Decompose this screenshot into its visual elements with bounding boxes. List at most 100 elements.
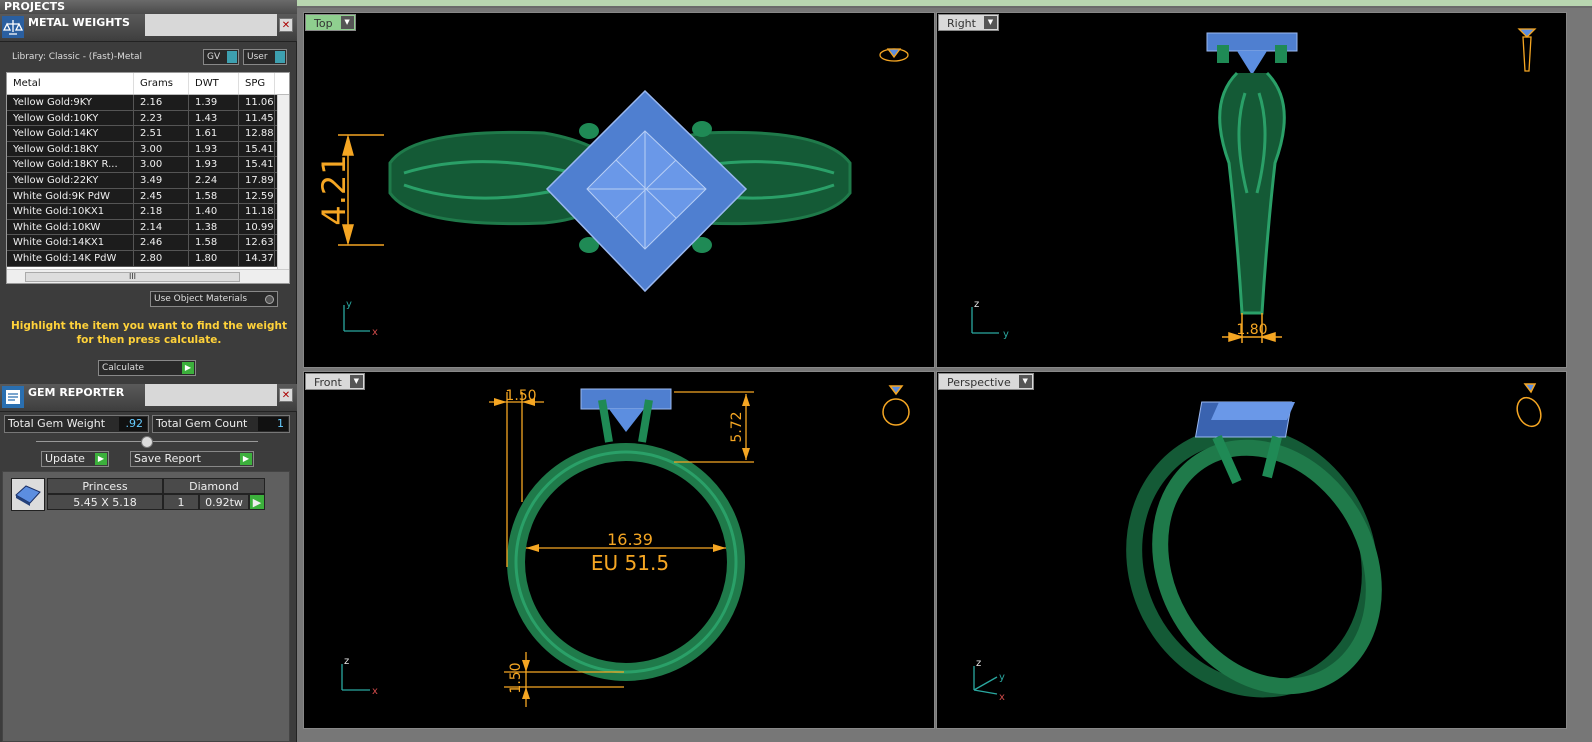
table-cell: 3.49 (134, 172, 189, 188)
gem-reporter-title: GEM REPORTER (28, 386, 125, 399)
vertical-scrollbar[interactable] (277, 95, 289, 271)
table-cell: 15.41 (239, 141, 275, 157)
gem-type: Diamond (163, 478, 265, 494)
horizontal-scrollbar[interactable]: III (7, 269, 289, 283)
metal-weights-table[interactable]: Metal Grams DWT SPG Yellow Gold:9KY 2.16 1… (6, 72, 290, 284)
close-icon[interactable]: ✕ (279, 18, 293, 32)
viewport-label: Perspective (947, 376, 1011, 389)
panel-tab-area (145, 14, 277, 36)
ring-top-icon (879, 48, 909, 62)
ring-perspective-icon (1516, 383, 1542, 428)
viewport-menu-top[interactable]: Top ▼ (305, 14, 356, 31)
close-icon[interactable]: ✕ (279, 388, 293, 402)
table-cell: 1.39 (189, 95, 239, 110)
play-icon: ▶ (95, 453, 107, 465)
table-row[interactable]: White Gold:14K PdW 2.80 1.80 14.37 (7, 250, 289, 267)
save-report-button[interactable]: Save Report ▶ (130, 451, 254, 467)
top-toolbar-strip (297, 0, 1592, 8)
table-cell: 2.18 (134, 204, 189, 219)
perspective-view-drawing: z y x (973, 383, 1542, 703)
table-row[interactable]: Yellow Gold:22KY 3.49 2.24 17.89 (7, 172, 289, 189)
table-row[interactable]: White Gold:9K PdW 2.45 1.58 12.59 (7, 188, 289, 205)
column-header-grams[interactable]: Grams (134, 73, 189, 94)
chevron-down-icon: ▼ (340, 16, 354, 29)
viewport-menu-front[interactable]: Front ▼ (305, 373, 365, 390)
panel-tab-area (145, 384, 277, 406)
slider-handle[interactable] (141, 436, 153, 448)
viewport-menu-perspective[interactable]: Perspective ▼ (938, 373, 1034, 390)
column-header-dwt[interactable]: DWT (189, 73, 239, 94)
library-label: Library: Classic - (Fast)-Metal (12, 52, 143, 62)
gem-size: 5.45 X 5.18 (47, 494, 163, 510)
svg-text:y: y (1003, 329, 1009, 340)
table-cell: 2.80 (134, 250, 189, 266)
svg-text:z: z (344, 656, 349, 667)
total-gem-count: Total Gem Count 1 (152, 415, 290, 433)
viewport-area: 4.21 y x Top ▼ 1.80 z y Right ▼ 1.50 5.7… (297, 0, 1592, 742)
table-cell: White Gold:10KX1 (7, 204, 134, 219)
front-dim-right: 5.72 (729, 411, 745, 442)
table-row[interactable]: White Gold:10KW 2.14 1.38 10.99 (7, 219, 289, 236)
svg-text:z: z (976, 658, 981, 669)
table-cell: 1.61 (189, 126, 239, 141)
table-cell: 2.24 (189, 172, 239, 188)
scroll-thumb[interactable]: III (25, 272, 240, 282)
table-cell: 2.51 (134, 126, 189, 141)
table-row[interactable]: White Gold:14KX1 2.46 1.58 12.63 (7, 235, 289, 251)
table-cell: 2.46 (134, 235, 189, 250)
ring-front-icon (882, 385, 910, 426)
use-object-materials-toggle[interactable]: Use Object Materials (150, 291, 278, 307)
viewport-perspective[interactable]: z y x Perspective ▼ (936, 371, 1567, 729)
gv-toggle[interactable]: GV (203, 49, 239, 65)
user-toggle[interactable]: User (243, 49, 287, 65)
viewport-label: Top (314, 17, 333, 30)
table-cell: Yellow Gold:10KY (7, 110, 134, 126)
play-icon[interactable]: ▶ (249, 494, 265, 510)
table-cell: 14.37 (239, 250, 275, 266)
princess-diamond-icon (11, 478, 45, 511)
list-item[interactable]: Princess Diamond 5.45 X 5.18 1 0.92tw ▶ (11, 478, 267, 511)
gem-weight: 0.92tw (199, 494, 249, 510)
metal-weights-header: METAL WEIGHTS ✕ (0, 14, 297, 42)
table-row[interactable]: Yellow Gold:9KY 2.16 1.39 11.06 (7, 95, 289, 111)
chevron-down-icon: ▼ (983, 16, 997, 29)
viewport-front[interactable]: 1.50 5.72 16.39 EU 51.5 1.50 z x Front ▼ (303, 371, 935, 729)
viewport-menu-right[interactable]: Right ▼ (938, 14, 999, 31)
top-view-drawing: 4.21 y x (315, 48, 909, 338)
table-row[interactable]: Yellow Gold:18KY R... 3.00 1.93 15.41 (7, 157, 289, 173)
table-header: Metal Grams DWT SPG (7, 73, 289, 95)
instruction-text: Highlight the item you want to find the … (11, 320, 287, 346)
viewport-top[interactable]: 4.21 y x Top ▼ (303, 12, 935, 368)
table-cell: 11.45 (239, 110, 275, 126)
table-cell: 2.14 (134, 219, 189, 235)
calculate-label: Calculate (102, 363, 145, 373)
user-label: User (247, 52, 268, 62)
table-cell: 1.93 (189, 141, 239, 157)
table-cell: 12.88 (239, 126, 275, 141)
gem-reporter-header: GEM REPORTER ✕ (0, 384, 297, 412)
top-dimension-label: 4.21 (315, 154, 353, 225)
table-cell: 1.43 (189, 110, 239, 126)
table-cell: 1.58 (189, 235, 239, 250)
table-cell: 2.16 (134, 95, 189, 110)
calculate-button[interactable]: Calculate ▶ (98, 360, 196, 376)
table-cell: 3.00 (134, 157, 189, 172)
save-report-label: Save Report (134, 452, 201, 465)
play-icon: ▶ (182, 362, 194, 374)
table-row[interactable]: Yellow Gold:10KY 2.23 1.43 11.45 (7, 110, 289, 127)
right-dimension-label: 1.80 (1236, 322, 1267, 338)
radio-icon (265, 295, 274, 304)
table-row[interactable]: White Gold:10KX1 2.18 1.40 11.18 (7, 204, 289, 220)
svg-text:x: x (372, 686, 378, 697)
table-row[interactable]: Yellow Gold:18KY 3.00 1.93 15.41 (7, 141, 289, 158)
report-icon (2, 386, 24, 408)
viewport-right[interactable]: 1.80 z y Right ▼ (936, 12, 1567, 368)
update-button[interactable]: Update ▶ (41, 451, 109, 467)
column-header-metal[interactable]: Metal (7, 73, 134, 94)
front-view-drawing: 1.50 5.72 16.39 EU 51.5 1.50 z x (341, 385, 910, 707)
column-header-spg[interactable]: SPG (239, 73, 275, 94)
table-cell: White Gold:9K PdW (7, 188, 134, 204)
table-row[interactable]: Yellow Gold:14KY 2.51 1.61 12.88 (7, 126, 289, 142)
table-cell: Yellow Gold:22KY (7, 172, 134, 188)
metal-weights-title: METAL WEIGHTS (28, 16, 130, 29)
